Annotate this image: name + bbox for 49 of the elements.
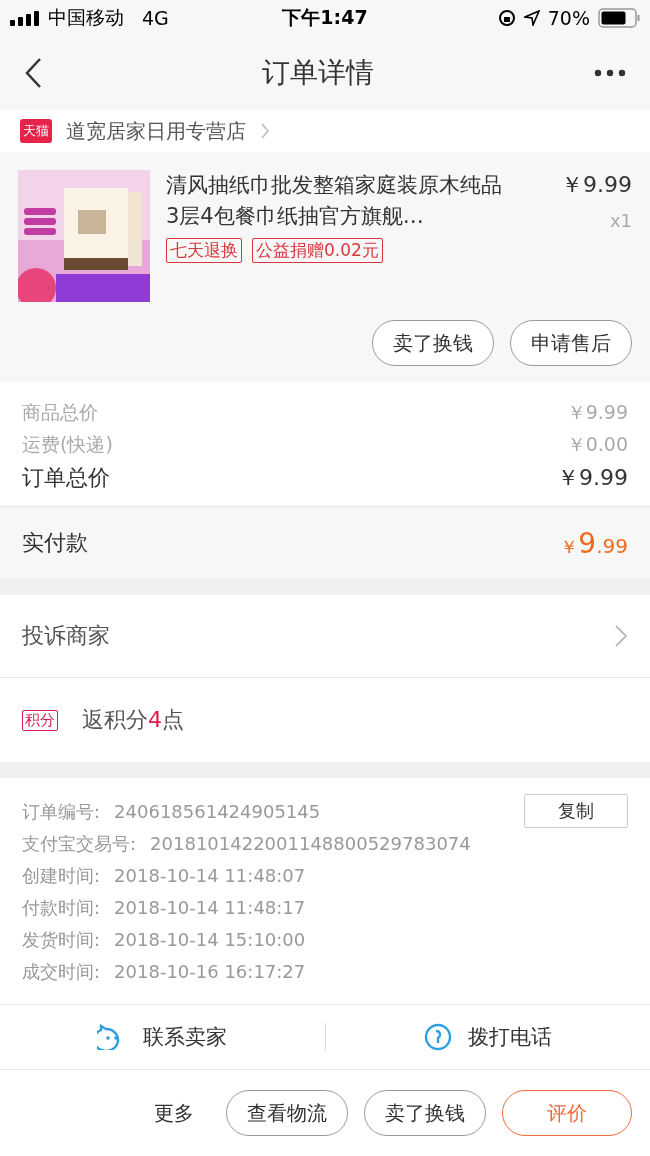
contact-button[interactable]: 拨打电话 — [324, 1023, 650, 1051]
carrier-name: 中国移动 — [48, 5, 124, 30]
phone-icon — [423, 1023, 452, 1051]
info-label: 发货时间: — [22, 928, 101, 952]
battery-percent: 70% — [547, 7, 590, 29]
info-label: 创建时间: — [22, 864, 101, 888]
summary-value: ￥9.99 — [566, 400, 628, 425]
network-type: 4G — [142, 7, 169, 29]
info-label: 支付宝交易号: — [22, 832, 137, 856]
info-value: 2018-10-16 16:17:27 — [114, 960, 306, 984]
points-badge: 积分 — [22, 709, 58, 731]
info-label: 订单编号: — [22, 800, 101, 824]
info-value: 2018-10-14 11:48:17 — [114, 896, 306, 920]
info-value: 2018101422001148800529783074 — [150, 832, 471, 856]
store-badge: 天猫 — [20, 119, 52, 143]
product-price: ￥9.99 — [561, 171, 632, 199]
info-value: 2018-10-14 15:10:00 — [114, 928, 306, 952]
summary-label: 运费(快递) — [22, 432, 113, 457]
info-value: 240618561424905145 — [114, 800, 321, 824]
status-time: 下午1:47 — [282, 5, 368, 30]
battery-icon — [598, 8, 640, 28]
chevron-right-icon — [614, 624, 628, 648]
contact-button[interactable]: 联系卖家 — [0, 1023, 325, 1051]
product-title[interactable]: 清风抽纸巾批发整箱家庭装原木纯品3层4包餐巾纸抽官方旗舰… — [166, 170, 506, 232]
chevron-right-icon — [260, 122, 270, 140]
action-button[interactable]: 卖了换钱 — [372, 320, 494, 366]
product-quantity: x1 — [609, 210, 632, 231]
info-label: 成交时间: — [22, 960, 101, 984]
action-button[interactable]: 申请售后 — [510, 320, 632, 366]
points-text: 返积分4点 — [82, 706, 184, 734]
order-action-button[interactable]: 卖了换钱 — [364, 1090, 486, 1136]
paid-amount: ￥9.99 — [560, 526, 628, 560]
summary-value: ￥9.99 — [557, 464, 628, 492]
complaint-link[interactable]: 投诉商家 — [0, 595, 650, 678]
page-title: 订单详情 — [262, 55, 374, 91]
copy-button[interactable]: 复制 — [524, 794, 628, 828]
info-label: 付款时间: — [22, 896, 101, 920]
summary-label: 订单总价 — [22, 464, 110, 492]
more-link[interactable]: 更多 — [154, 1099, 194, 1127]
order-action-button[interactable]: 查看物流 — [226, 1090, 348, 1136]
summary-label: 商品总价 — [22, 400, 98, 425]
rotation-lock-icon — [497, 9, 516, 27]
location-icon — [523, 10, 540, 26]
service-tag: 公益捐赠0.02元 — [252, 238, 383, 263]
paid-label: 实付款 — [22, 529, 88, 557]
info-value: 2018-10-14 11:48:07 — [114, 864, 306, 888]
service-tag: 七天退换 — [166, 238, 242, 263]
summary-value: ￥0.00 — [566, 432, 628, 457]
signal-icon — [10, 10, 40, 26]
